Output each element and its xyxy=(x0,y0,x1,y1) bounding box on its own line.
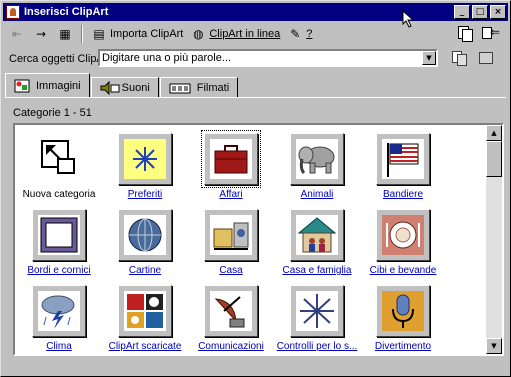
forward-button[interactable]: → xyxy=(29,24,53,44)
copy-pages-icon[interactable] xyxy=(456,25,473,42)
search-combobox[interactable]: ▼ xyxy=(98,49,438,67)
storm-cloud-icon xyxy=(32,285,86,337)
clip-gallery-icon[interactable] xyxy=(478,49,494,65)
category-label: Controlli per lo s... xyxy=(276,341,358,352)
category-label: Affari xyxy=(219,189,243,200)
globe-icon xyxy=(118,209,172,261)
clipart-app-icon xyxy=(6,5,20,19)
clipart-online-button[interactable]: ◍ ClipArt in linea xyxy=(186,24,283,44)
category-item[interactable]: Casa e famiglia xyxy=(273,201,361,277)
scroll-up-button[interactable]: ▲ xyxy=(486,125,502,141)
tab-sounds-label: Suoni xyxy=(121,81,150,94)
category-item[interactable]: Cartine xyxy=(101,201,189,277)
microphone-icon xyxy=(376,285,430,337)
category-item[interactable]: Clima xyxy=(15,277,103,353)
search-row: Cerca oggetti ClipArt: ▼ xyxy=(9,49,506,69)
frame-icon xyxy=(32,209,86,261)
category-item[interactable]: ClipArt scaricate xyxy=(101,277,189,353)
scroll-down-button[interactable]: ▼ xyxy=(486,338,502,354)
briefcase-icon xyxy=(201,130,261,188)
elephant-icon xyxy=(290,133,344,185)
category-item[interactable]: Casa xyxy=(187,201,275,277)
images-tab-icon xyxy=(14,79,30,93)
category-item[interactable]: Animali xyxy=(273,125,361,201)
category-label: Casa xyxy=(219,265,243,276)
category-item[interactable]: Comunicazioni xyxy=(187,277,275,353)
category-item[interactable]: Preferiti xyxy=(101,125,189,201)
search-input[interactable] xyxy=(100,51,420,65)
category-item[interactable]: Controlli per lo s... xyxy=(273,277,361,353)
help-label: ? xyxy=(306,28,313,40)
satellite-dish-icon xyxy=(204,285,258,337)
category-label: ClipArt scaricate xyxy=(108,341,182,352)
category-item[interactable]: Bandiere xyxy=(359,125,447,201)
globe-online-icon: ◍ xyxy=(193,27,204,41)
flag-icon xyxy=(376,133,430,185)
compass-star-icon xyxy=(290,285,344,337)
category-label: Comunicazioni xyxy=(198,341,264,352)
tab-baseline xyxy=(5,97,506,98)
forward-arrow-icon: → xyxy=(35,27,47,41)
back-arrow-icon: ⇤ xyxy=(11,27,23,41)
category-label: Bordi e cornici xyxy=(27,265,91,276)
category-label: Nuova categoria xyxy=(22,189,96,200)
import-clipart-label: Importa ClipArt xyxy=(110,28,184,40)
family-house-icon xyxy=(290,209,344,261)
tab-movies[interactable]: Filmati xyxy=(159,77,239,97)
category-gallery: Nuova categoria Preferiti Affari Animali… xyxy=(13,123,504,356)
category-item[interactable]: Bordi e cornici xyxy=(15,201,103,277)
new-category-icon xyxy=(32,133,86,185)
tab-movies-label: Filmati xyxy=(196,81,230,94)
downloaded-clipart-icon xyxy=(118,285,172,337)
help-button[interactable]: ✎ ? xyxy=(283,24,315,44)
movies-tab-icon xyxy=(169,81,191,95)
category-item[interactable]: Divertimento xyxy=(359,277,447,353)
shrink-arrow-icon: ⇐ xyxy=(490,25,501,39)
vertical-scrollbar[interactable]: ▲ ▼ xyxy=(486,125,502,354)
close-button[interactable]: × xyxy=(490,5,506,19)
category-label: Bandiere xyxy=(382,189,424,200)
plate-icon xyxy=(376,209,430,261)
tab-images[interactable]: Immagini xyxy=(5,73,90,97)
import-clipart-button[interactable]: ▤ Importa ClipArt xyxy=(87,24,186,44)
category-label: Clima xyxy=(46,341,72,352)
clipart-window: Inserisci ClipArt _ □ × ⇤ → ▦ ▤ Importa … xyxy=(0,0,511,377)
tab-sounds[interactable]: Suoni xyxy=(90,77,159,97)
category-label: Preferiti xyxy=(127,189,163,200)
category-label: Cartine xyxy=(128,265,162,276)
window-title: Inserisci ClipArt xyxy=(24,6,109,18)
favorites-icon xyxy=(118,133,172,185)
category-label: Animali xyxy=(300,189,334,200)
toolbar: ⇤ → ▦ ▤ Importa ClipArt ◍ ClipArt in lin… xyxy=(5,23,506,45)
category-item[interactable]: Nuova categoria xyxy=(15,125,103,201)
all-categories-button[interactable]: ▦ xyxy=(53,24,77,44)
maximize-button[interactable]: □ xyxy=(472,5,488,19)
category-label: Casa e famiglia xyxy=(282,265,352,276)
grid-view-icon: ▦ xyxy=(59,27,71,41)
import-icon: ▤ xyxy=(93,27,105,41)
clipart-online-label: ClipArt in linea xyxy=(209,28,281,40)
tab-images-label: Immagini xyxy=(36,79,81,92)
categories-count-label: Categorie 1 - 51 xyxy=(13,107,92,119)
change-window-size-button[interactable]: ⇐ xyxy=(482,25,500,41)
back-button[interactable]: ⇤ xyxy=(5,24,29,44)
category-item[interactable]: Cibi e bevande xyxy=(359,201,447,277)
status-bar xyxy=(5,358,506,372)
mouse-cursor-icon xyxy=(402,10,415,28)
toolbar-divider xyxy=(81,25,83,43)
category-label: Cibi e bevande xyxy=(369,265,437,276)
minimize-button[interactable]: _ xyxy=(454,5,470,19)
category-label: Divertimento xyxy=(374,341,432,352)
find-similar-icon[interactable] xyxy=(450,49,467,66)
category-item[interactable]: Affari xyxy=(187,125,275,201)
tab-strip: Immagini Suoni Filmati xyxy=(5,73,239,97)
scroll-thumb[interactable] xyxy=(486,141,502,177)
help-hand-icon: ✎ xyxy=(290,27,301,41)
search-dropdown-button[interactable]: ▼ xyxy=(422,51,436,65)
title-bar[interactable]: Inserisci ClipArt _ □ × xyxy=(3,3,508,21)
home-appliances-icon xyxy=(204,209,258,261)
sounds-tab-icon xyxy=(100,80,120,95)
